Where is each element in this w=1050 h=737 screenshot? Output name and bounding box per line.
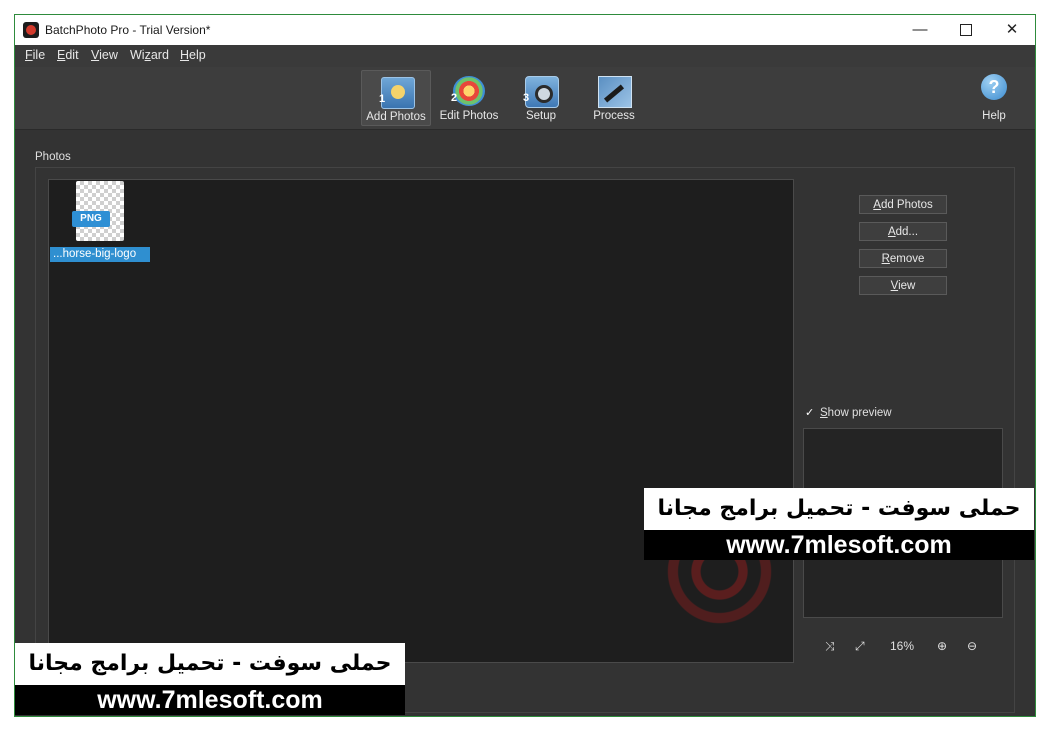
watermark-banner: حملى سوفت - تحميل برامج مجانا www.7mleso… — [644, 488, 1034, 562]
title-bar: BatchPhoto Pro - Trial Version* — ✕ — [15, 15, 1035, 45]
setup-icon — [525, 76, 559, 108]
menu-view[interactable]: View — [91, 48, 118, 62]
app-logo-icon — [23, 22, 39, 38]
remove-button[interactable]: Remove — [859, 249, 947, 268]
photo-list[interactable]: PNG ...horse-big-logo — [48, 179, 794, 663]
check-icon: ✓ — [805, 407, 815, 419]
watermark-url: www.7mlesoft.com — [15, 685, 405, 715]
add-photos-icon — [381, 77, 415, 109]
view-button[interactable]: View — [859, 276, 947, 295]
step-setup-button[interactable]: 3 Setup — [506, 70, 576, 126]
fit-to-window-icon[interactable]: ⤨ — [825, 639, 835, 654]
watermark-arabic-text: حملى سوفت - تحميل برامج مجانا — [15, 643, 405, 685]
step-add-photos-button[interactable]: 1 Add Photos — [361, 70, 431, 126]
watermark-url: www.7mlesoft.com — [644, 530, 1034, 560]
photos-group-label: Photos — [35, 151, 71, 163]
watermark-banner: حملى سوفت - تحميل برامج مجانا www.7mleso… — [15, 643, 405, 717]
process-icon — [598, 76, 632, 108]
photo-filename: ...horse-big-logo — [50, 247, 150, 262]
menu-file[interactable]: File — [25, 48, 45, 62]
window-title: BatchPhoto Pro - Trial Version* — [45, 23, 211, 37]
help-icon: ? — [981, 74, 1007, 100]
photo-item[interactable]: PNG ...horse-big-logo — [50, 181, 150, 263]
add-photos-button[interactable]: Add Photos — [859, 195, 947, 214]
zoom-in-icon[interactable]: ⊕ — [937, 639, 947, 653]
actual-size-icon[interactable]: ⤢ — [855, 639, 865, 654]
zoom-out-icon[interactable]: ⊖ — [967, 639, 977, 653]
add-button[interactable]: Add... — [859, 222, 947, 241]
wizard-toolbar: 1 Add Photos 2 Edit Photos 3 Setup Proce… — [15, 67, 1035, 130]
close-button[interactable]: ✕ — [989, 15, 1035, 45]
step-process-button[interactable]: Process — [579, 70, 649, 126]
watermark-arabic-text: حملى سوفت - تحميل برامج مجانا — [644, 488, 1034, 530]
maximize-button[interactable] — [943, 15, 989, 45]
step-edit-photos-button[interactable]: 2 Edit Photos — [434, 70, 504, 126]
show-preview-checkbox[interactable]: ✓ Show preview — [805, 407, 892, 419]
minimize-button[interactable]: — — [897, 15, 943, 45]
file-type-badge: PNG — [72, 211, 110, 227]
menu-wizard[interactable]: Wizard — [130, 48, 169, 62]
menu-bar: File Edit View Wizard Help — [15, 45, 1035, 67]
app-window: BatchPhoto Pro - Trial Version* — ✕ File… — [14, 14, 1036, 717]
maximize-icon — [960, 24, 972, 37]
help-button[interactable]: ? Help — [959, 70, 1029, 126]
zoom-level: 16% — [890, 639, 915, 653]
menu-edit[interactable]: Edit — [57, 48, 79, 62]
menu-help[interactable]: Help — [180, 48, 206, 62]
edit-photos-icon — [453, 76, 485, 106]
